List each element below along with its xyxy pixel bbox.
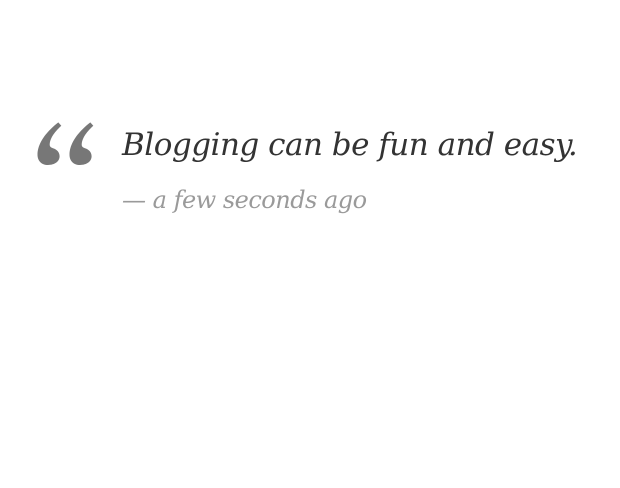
- quote-timestamp: — a few seconds ago: [122, 186, 367, 214]
- quote-text: Blogging can be fun and easy.: [122, 127, 578, 163]
- quote-post: Blogging can be fun and easy. — a few se…: [0, 0, 620, 488]
- quote-open-icon: [36, 118, 98, 166]
